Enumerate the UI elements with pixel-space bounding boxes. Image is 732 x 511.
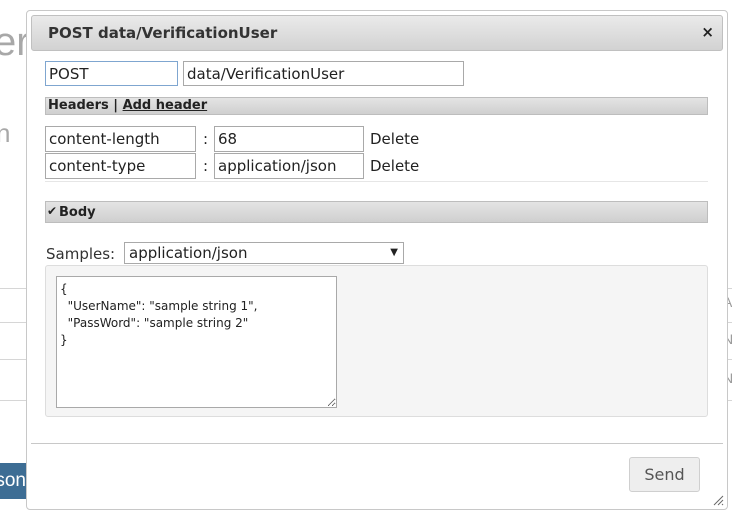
background-table-line <box>0 359 28 360</box>
background-table-line <box>0 322 28 323</box>
background-button[interactable]: json <box>0 463 26 499</box>
headers-divider <box>45 181 708 182</box>
close-icon[interactable]: × <box>701 23 714 41</box>
request-body-textarea[interactable]: { "UserName": "sample string 1", "PassWo… <box>56 276 337 408</box>
headers-label: Headers <box>48 98 109 113</box>
header-colon: : <box>203 130 209 148</box>
background-table-line <box>0 400 28 401</box>
headers-section-bar: Headers | Add header <box>45 97 708 115</box>
body-checkbox-icon[interactable]: ✔ <box>47 205 57 217</box>
samples-select[interactable]: application/json ▼ <box>124 242 404 264</box>
samples-label: Samples: <box>46 245 116 263</box>
delete-header-link[interactable]: Delete <box>370 130 419 148</box>
send-button[interactable]: Send <box>629 457 700 492</box>
footer-divider <box>31 443 723 444</box>
url-input[interactable] <box>183 61 464 86</box>
add-header-link[interactable]: Add header <box>123 98 208 113</box>
dialog-titlebar[interactable]: POST data/VerificationUser × <box>31 15 723 51</box>
method-input[interactable] <box>45 61 178 86</box>
request-dialog: POST data/VerificationUser × Headers | A… <box>26 10 728 510</box>
resize-grip-icon[interactable] <box>712 494 724 506</box>
header-value-input[interactable] <box>214 153 364 179</box>
dialog-title: POST data/VerificationUser <box>48 24 278 42</box>
body-label: Body <box>59 205 96 220</box>
dropdown-arrow-icon: ▼ <box>390 247 398 258</box>
samples-selected-value: application/json <box>129 244 248 262</box>
header-name-input[interactable] <box>45 153 196 179</box>
header-name-input[interactable] <box>45 126 196 152</box>
background-text-fragment: n <box>0 118 11 148</box>
body-section-bar: ✔ Body <box>45 201 708 223</box>
headers-separator: | <box>113 98 119 113</box>
background-table-line <box>0 288 28 289</box>
header-colon: : <box>203 157 209 175</box>
delete-header-link[interactable]: Delete <box>370 157 419 175</box>
header-value-input[interactable] <box>214 126 364 152</box>
